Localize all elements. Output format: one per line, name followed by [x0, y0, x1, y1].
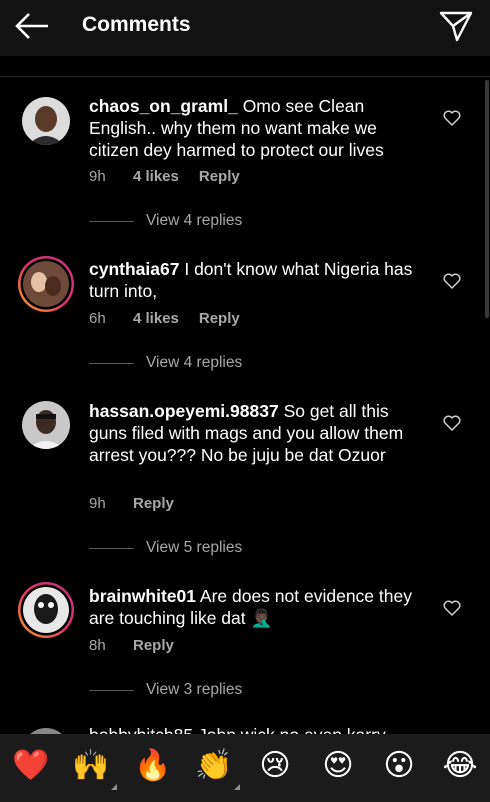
reply-button[interactable]: Reply: [199, 310, 240, 327]
heart-icon[interactable]: [443, 415, 461, 431]
reply-button[interactable]: Reply: [199, 168, 240, 185]
view-replies-label: View 5 replies: [146, 539, 243, 556]
replies-divider: [89, 363, 134, 364]
replies-divider: [89, 221, 134, 222]
comment-text: hassan.opeyemi.98837 So get all this gun…: [89, 400, 429, 466]
clapping-hands-emoji-button[interactable]: 👏: [194, 746, 240, 790]
view-replies-label: View 4 replies: [146, 212, 243, 229]
surprised-face-emoji-button[interactable]: 😮: [379, 746, 419, 786]
back-arrow-icon[interactable]: [14, 12, 50, 40]
heart-eyes-icon: 😍: [322, 749, 354, 782]
heart-icon[interactable]: [443, 273, 461, 289]
comment-text: chaos_on_graml_ Omo see Clean English.. …: [89, 95, 429, 161]
avatar[interactable]: [22, 97, 70, 145]
page-title: Comments: [82, 13, 191, 36]
comment-likes[interactable]: 4 likes: [133, 310, 179, 327]
heart-icon[interactable]: [443, 110, 461, 126]
fire-emoji-button[interactable]: 🔥: [133, 746, 173, 786]
avatar[interactable]: [22, 401, 70, 449]
avatar[interactable]: [17, 581, 75, 639]
emoji-reaction-bar: ❤️ 🙌 🔥 👏 😢 😍 😮 😂: [0, 734, 490, 802]
red-heart-icon: ❤️: [12, 749, 50, 782]
comment-username[interactable]: brainwhite01: [89, 586, 196, 606]
skin-tone-indicator-icon: [111, 784, 117, 790]
surprised-face-icon: 😮: [383, 749, 415, 782]
comment-username[interactable]: chaos_on_graml_: [89, 96, 238, 116]
red-heart-emoji-button[interactable]: ❤️: [11, 746, 51, 786]
view-replies-label: View 4 replies: [146, 354, 243, 371]
comment-meta: 6h 4 likes Reply: [89, 310, 240, 327]
comment-time: 9h: [89, 495, 106, 512]
reply-button[interactable]: Reply: [133, 495, 174, 512]
comment-likes[interactable]: 4 likes: [133, 168, 179, 185]
comment-time: 6h: [89, 310, 106, 327]
direct-send-icon[interactable]: [439, 10, 473, 42]
tears-of-joy-icon: 😂: [442, 749, 478, 782]
crying-face-emoji-button[interactable]: 😢: [255, 746, 295, 786]
raising-hands-icon: 🙌: [72, 749, 110, 782]
comment-text: cynthaia67 I don't know what Nigeria has…: [89, 258, 429, 302]
skin-tone-indicator-icon: [234, 784, 240, 790]
scrollbar[interactable]: [485, 80, 489, 318]
comment-time: 8h: [89, 637, 106, 654]
comment-meta: 9h 4 likes Reply: [89, 168, 240, 185]
clapping-hands-icon: 👏: [195, 749, 233, 782]
heart-icon[interactable]: [443, 600, 461, 616]
raising-hands-emoji-button[interactable]: 🙌: [71, 746, 117, 790]
header-bar: Comments: [0, 0, 490, 56]
view-replies-label: View 3 replies: [146, 681, 243, 698]
comment-text: brainwhite01 Are does not evidence they …: [89, 585, 429, 629]
replies-divider: [89, 690, 134, 691]
avatar[interactable]: [17, 255, 75, 313]
crying-face-icon: 😢: [259, 749, 291, 782]
heart-eyes-emoji-button[interactable]: 😍: [318, 746, 358, 786]
tears-of-joy-emoji-button[interactable]: 😂: [440, 746, 480, 786]
fire-icon: 🔥: [134, 749, 172, 782]
header-divider: [0, 76, 490, 77]
comment-username[interactable]: hassan.opeyemi.98837: [89, 401, 279, 421]
reply-button[interactable]: Reply: [133, 637, 174, 654]
comment-username[interactable]: cynthaia67: [89, 259, 179, 279]
comment-time: 9h: [89, 168, 106, 185]
replies-divider: [89, 548, 134, 549]
comment-meta: 9h Reply: [89, 495, 174, 512]
comment-meta: 8h Reply: [89, 637, 174, 654]
